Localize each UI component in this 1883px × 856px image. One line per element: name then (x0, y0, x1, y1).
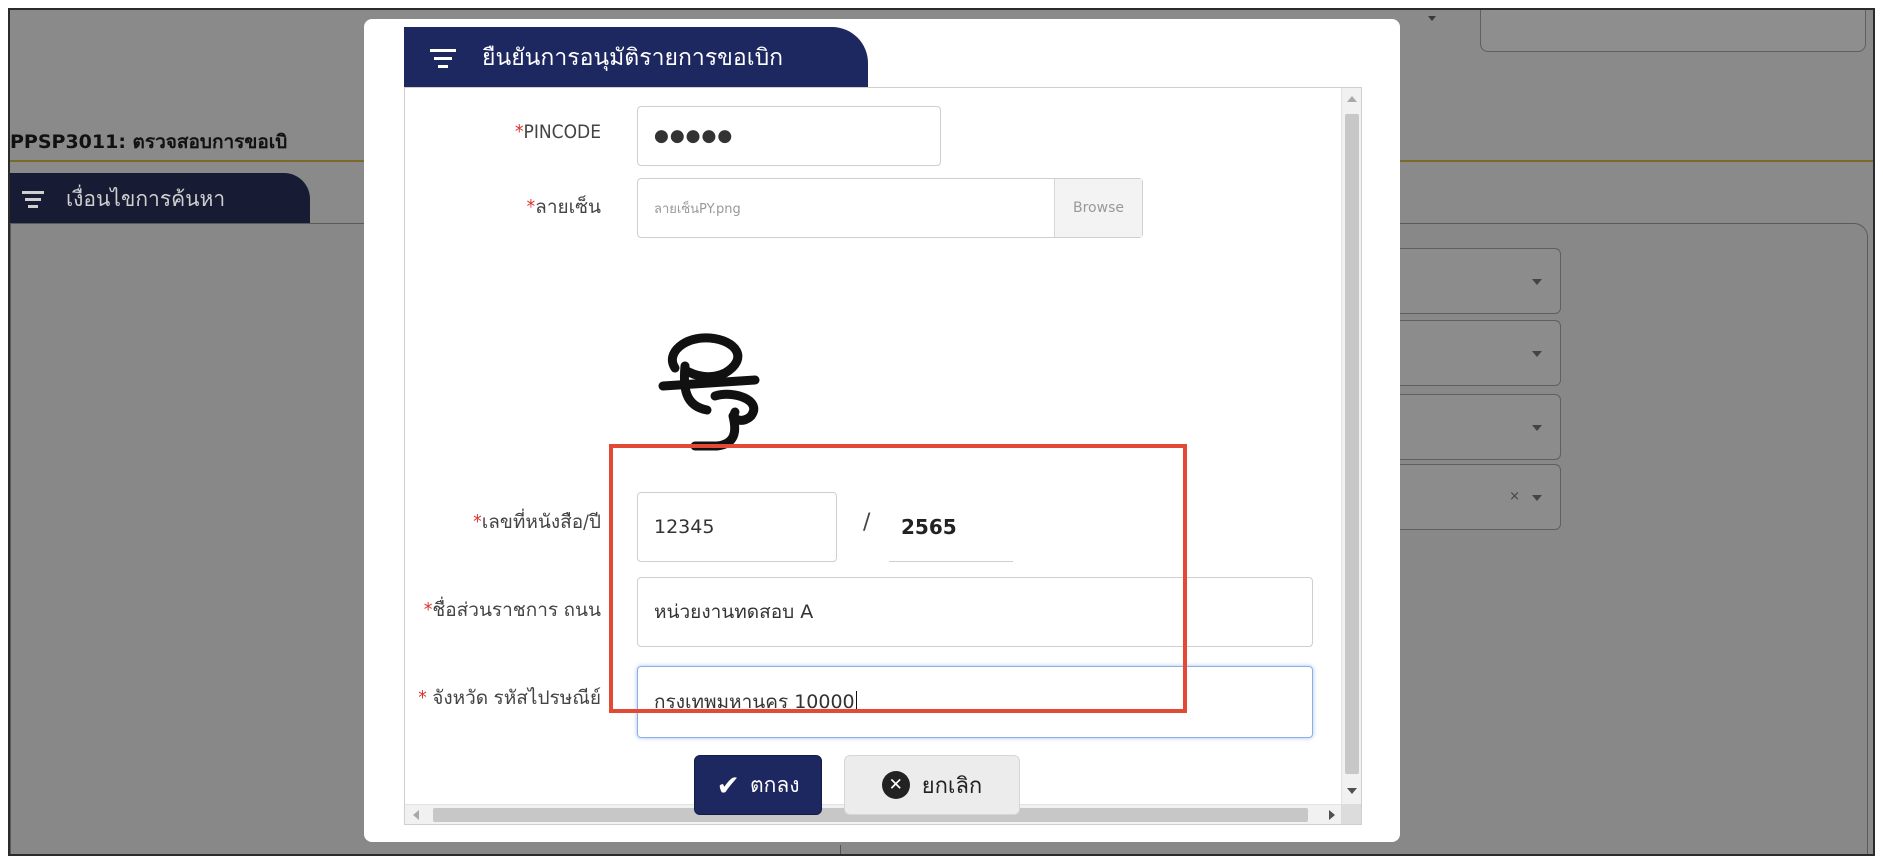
chevron-down-icon (1532, 351, 1542, 357)
cancel-button-label: ยกเลิก (921, 773, 983, 799)
signature-image (658, 333, 760, 451)
signature-label-wrap: *ลายเซ็น (405, 192, 601, 222)
pincode-label: *PINCODE (515, 121, 601, 143)
scroll-left-icon[interactable] (413, 810, 419, 820)
pincode-value: ●●●●● (654, 126, 734, 146)
cancel-button[interactable]: ✕ ยกเลิก (844, 755, 1020, 815)
divider (840, 845, 841, 854)
scroll-thumb[interactable] (1345, 114, 1359, 774)
required-mark: * (514, 121, 524, 143)
required-mark: * (526, 196, 536, 218)
close-circle-icon: ✕ (881, 771, 910, 799)
scroll-down-icon[interactable] (1347, 788, 1357, 794)
scrollbar-corner (1341, 804, 1361, 824)
scroll-right-icon[interactable] (1329, 810, 1335, 820)
pincode-input[interactable]: ●●●●● (637, 106, 941, 166)
agency-label-text: ชื่อส่วนราชการ ถนน (432, 599, 601, 621)
background-top-input (1480, 10, 1866, 52)
agency-label-wrap: *ชื่อส่วนราชการ ถนน (405, 595, 601, 625)
pincode-label-text: PINCODE (523, 121, 601, 143)
chevron-down-icon (1532, 279, 1542, 285)
signature-file-name: ลายเซ็นPY.png (654, 201, 741, 217)
agency-label: *ชื่อส่วนราชการ ถนน (424, 595, 601, 625)
chevron-down-icon (1532, 495, 1542, 501)
ok-button-label: ตกลง (749, 772, 800, 797)
required-mark: * (473, 511, 482, 533)
check-icon: ✔ (716, 768, 740, 802)
pincode-label-wrap: *PINCODE (405, 121, 601, 151)
search-conditions-tab-label: เงื่อนไขการค้นหา (66, 186, 226, 211)
province-label: * จังหวัด รหัสไปรษณีย์ (418, 683, 601, 713)
modal-title: ยืนยันการอนุมัติรายการขอเบิก (482, 45, 784, 71)
filter-icon (22, 187, 46, 212)
chevron-down-icon (1532, 425, 1542, 431)
signature-label: *ลายเซ็น (527, 192, 601, 222)
page-title: PPSP3011: ตรวจสอบการขอเบิ (10, 131, 288, 153)
required-mark: * (418, 687, 433, 709)
clear-icon: × (1509, 489, 1520, 504)
province-label-wrap: * จังหวัด รหัสไปรษณีย์ (405, 683, 601, 713)
highlight-annotation-box (609, 444, 1187, 713)
approval-confirm-modal: ยืนยันการอนุมัติรายการขอเบิก *PINCODE ●●… (364, 19, 1400, 842)
filter-icon (430, 44, 456, 73)
book-number-label-text: เลขที่หนังสือ/ปี (481, 511, 601, 533)
signature-label-text: ลายเซ็น (535, 196, 601, 218)
province-label-text: จังหวัด รหัสไปรษณีย์ (432, 687, 601, 709)
vertical-scrollbar[interactable] (1341, 88, 1361, 806)
search-conditions-tab: เงื่อนไขการค้นหา (10, 173, 310, 225)
browse-button[interactable]: Browse (1054, 179, 1142, 237)
modal-title-tab: ยืนยันการอนุมัติรายการขอเบิก (404, 27, 868, 89)
book-number-label-wrap: *เลขที่หนังสือ/ปี (405, 507, 601, 537)
scroll-up-icon[interactable] (1347, 96, 1357, 102)
signature-file-input[interactable]: ลายเซ็นPY.png Browse (637, 178, 1143, 238)
chevron-down-icon (1428, 16, 1436, 21)
ok-button[interactable]: ✔ ตกลง (694, 755, 822, 815)
book-number-label: *เลขที่หนังสือ/ปี (473, 507, 601, 537)
